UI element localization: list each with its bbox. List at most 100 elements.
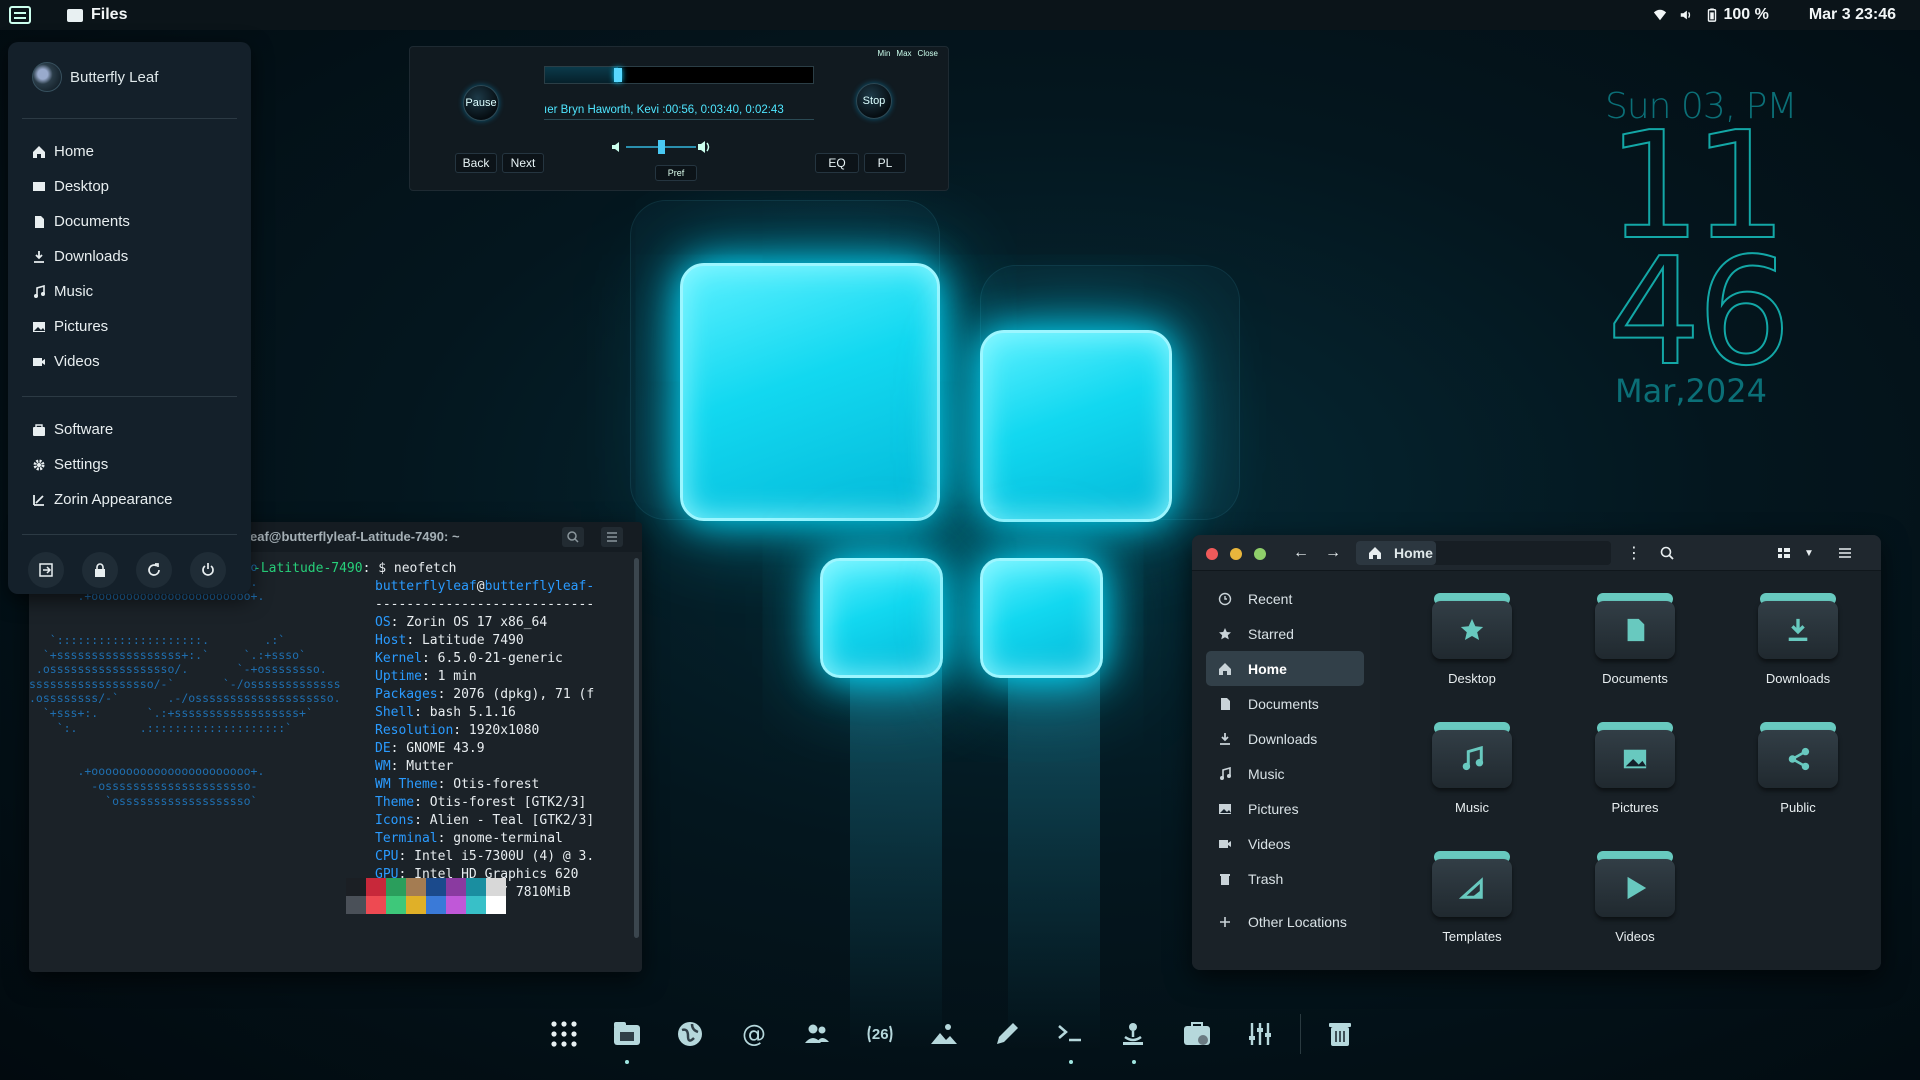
battery-percentage[interactable]: 100 % xyxy=(1723,6,1768,24)
stop-button[interactable]: Stop xyxy=(856,83,892,119)
neofetch-key: WM xyxy=(375,759,391,774)
terminal-output[interactable]: ssso .osssssssssssssssssssss. .+oooooooo… xyxy=(29,560,628,972)
sidebar-item-downloads[interactable]: Downloads xyxy=(1206,721,1364,756)
more-options-icon[interactable]: ⋮ xyxy=(1624,541,1644,565)
seek-bar[interactable] xyxy=(544,66,814,84)
terminal-menu-button[interactable] xyxy=(601,527,623,547)
restart-button[interactable] xyxy=(136,552,172,588)
folder-body xyxy=(1595,601,1675,659)
back-button[interactable]: Back xyxy=(455,153,497,173)
maximize-window-button[interactable] xyxy=(1254,548,1266,560)
menu-item-music[interactable]: Music xyxy=(32,274,130,309)
search-button[interactable] xyxy=(1654,541,1680,565)
preferences-button[interactable]: Pref xyxy=(655,165,697,181)
menu-item-label: Documents xyxy=(54,213,130,230)
menu-item-documents[interactable]: Documents xyxy=(32,204,130,239)
dock-item-mixer[interactable] xyxy=(1236,1010,1283,1058)
files-content-grid[interactable]: Desktop Documents Downloads Music Pictures Pu… xyxy=(1380,571,1881,970)
menu-item-software[interactable]: Software xyxy=(32,412,172,447)
sidebar-item-videos[interactable]: Videos xyxy=(1206,826,1364,861)
minimize-window-button[interactable] xyxy=(1230,548,1242,560)
menu-item-zorin-appearance[interactable]: Zorin Appearance xyxy=(32,482,172,517)
menu-item-desktop[interactable]: Desktop xyxy=(32,169,130,204)
lock-button[interactable] xyxy=(82,552,118,588)
trash-icon xyxy=(1329,1023,1352,1046)
zorin-menu-icon[interactable] xyxy=(9,6,31,24)
folder-pictures[interactable]: Pictures xyxy=(1575,722,1695,815)
logout-button[interactable] xyxy=(28,552,64,588)
sidebar-item-documents[interactable]: Documents xyxy=(1206,686,1364,721)
dock-item-app-grid[interactable] xyxy=(540,1010,587,1058)
folder-downloads[interactable]: Downloads xyxy=(1738,593,1858,686)
neofetch-value: : Otis-forest xyxy=(437,777,540,792)
active-app-indicator[interactable]: Files xyxy=(67,6,127,24)
dock-item-contacts[interactable] xyxy=(793,1010,840,1058)
sidebar-item-pictures[interactable]: Pictures xyxy=(1206,791,1364,826)
player-close-button[interactable]: Close xyxy=(918,49,938,58)
sidebar-item-home[interactable]: Home xyxy=(1206,651,1364,686)
sidebar-item-label: Videos xyxy=(1248,835,1291,852)
volume-icon[interactable] xyxy=(1679,8,1693,22)
sidebar-item-recent[interactable]: Recent xyxy=(1206,581,1364,616)
power-button[interactable] xyxy=(190,552,226,588)
path-bar[interactable]: Home xyxy=(1356,541,1611,565)
logo-beam xyxy=(1008,650,1100,1050)
play-icon xyxy=(1627,876,1647,900)
user-profile[interactable]: Butterfly Leaf xyxy=(32,62,158,92)
top-bar-clock[interactable]: Mar 3 23:46 xyxy=(1809,6,1896,24)
player-minimize-button[interactable]: Min xyxy=(878,49,891,58)
pause-button[interactable]: Pause xyxy=(463,85,499,121)
terminal-search-button[interactable] xyxy=(562,527,584,547)
equalizer-button[interactable]: EQ xyxy=(815,153,859,173)
sidebar-item-music[interactable]: Music xyxy=(1206,756,1364,791)
desktop-icon xyxy=(33,181,45,191)
terminal-scrollbar[interactable] xyxy=(634,558,639,938)
hamburger-menu-icon[interactable] xyxy=(1832,541,1858,565)
folder-public[interactable]: Public xyxy=(1738,722,1858,815)
neofetch-value: : GNOME 43.9 xyxy=(390,741,485,756)
dock-item-audio-player[interactable] xyxy=(1110,1010,1157,1064)
close-window-button[interactable] xyxy=(1206,548,1218,560)
player-maximize-button[interactable]: Max xyxy=(896,49,911,58)
battery-icon[interactable] xyxy=(1705,8,1719,22)
dock-item-text-editor[interactable] xyxy=(983,1010,1030,1058)
volume-slider[interactable] xyxy=(612,140,710,154)
playlist-button[interactable]: PL xyxy=(864,153,906,173)
back-arrow-icon[interactable]: ← xyxy=(1288,541,1314,565)
appearance-icon-wrap xyxy=(32,493,46,507)
dock-item-browser[interactable] xyxy=(667,1010,714,1058)
dock-item-terminal[interactable] xyxy=(1047,1010,1094,1064)
menu-item-videos[interactable]: Videos xyxy=(32,344,130,379)
sidebar-list: Recent Starred Home Documents Downloads Music… xyxy=(1206,581,1364,939)
forward-arrow-icon[interactable]: → xyxy=(1320,541,1346,565)
files-header-bar[interactable]: ← → Home ⋮ ▼ xyxy=(1192,535,1881,571)
files-window[interactable]: ← → Home ⋮ ▼ Recent Starred Home Documents D… xyxy=(1192,535,1881,970)
dock-item-trash[interactable] xyxy=(1317,1010,1364,1058)
mixer-icon xyxy=(1249,1023,1272,1045)
folder-documents[interactable]: Documents xyxy=(1575,593,1695,686)
next-button[interactable]: Next xyxy=(502,153,544,173)
dock-item-software-store[interactable] xyxy=(1173,1010,1220,1058)
sidebar-item-starred[interactable]: Starred xyxy=(1206,616,1364,651)
path-home-segment[interactable]: Home xyxy=(1356,541,1436,565)
sidebar-item-other-locations[interactable]: Other Locations xyxy=(1206,904,1364,939)
wifi-icon[interactable] xyxy=(1653,8,1667,22)
folder-music[interactable]: Music xyxy=(1412,722,1532,815)
dock-item-mail[interactable]: @ xyxy=(730,1010,777,1058)
neofetch-divider: ---------------------------- xyxy=(375,597,595,612)
volume-knob[interactable] xyxy=(658,140,665,154)
grid-view-icon[interactable] xyxy=(1772,541,1796,565)
folder-desktop[interactable]: Desktop xyxy=(1412,593,1532,686)
menu-item-downloads[interactable]: Downloads xyxy=(32,239,130,274)
folder-templates[interactable]: Templates xyxy=(1412,851,1532,944)
folder-videos[interactable]: Videos xyxy=(1575,851,1695,944)
dock-item-files[interactable] xyxy=(603,1010,650,1064)
view-options-chevron-icon[interactable]: ▼ xyxy=(1798,541,1820,565)
sidebar-item-trash[interactable]: Trash xyxy=(1206,861,1364,896)
dock-item-photos[interactable] xyxy=(920,1010,967,1058)
menu-item-settings[interactable]: Settings xyxy=(32,447,172,482)
menu-item-pictures[interactable]: Pictures xyxy=(32,309,130,344)
menu-item-home[interactable]: Home xyxy=(32,134,130,169)
dock-item-calendar[interactable]: 26 xyxy=(857,1010,904,1058)
seek-bar-knob[interactable] xyxy=(613,68,622,82)
